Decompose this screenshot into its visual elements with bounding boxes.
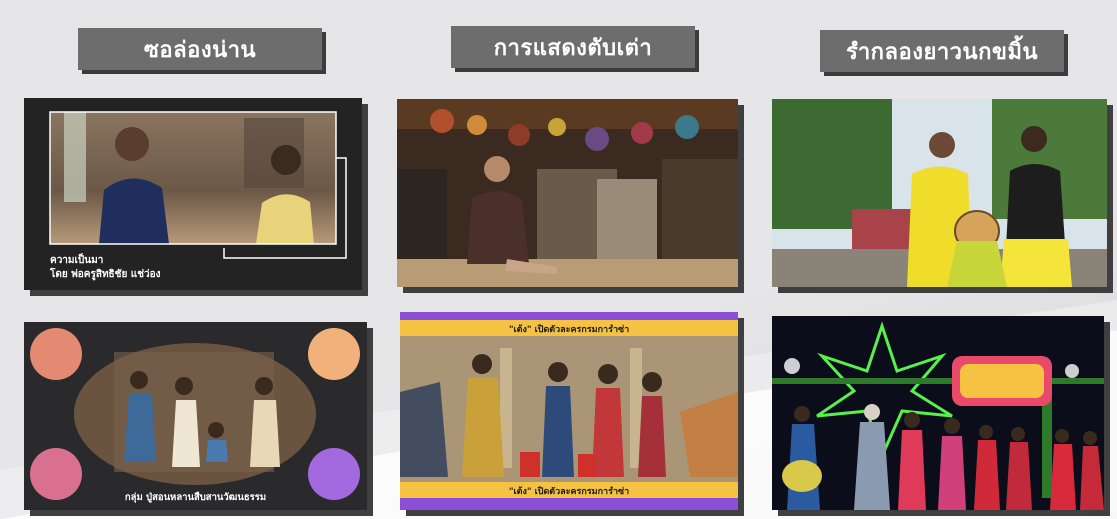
drum-photo	[772, 99, 1107, 287]
header-tab-tao: การแสดงตับเต่า	[451, 26, 695, 68]
group-photo	[24, 322, 367, 510]
header-label: การแสดงตับเต่า	[493, 35, 653, 61]
dance-banner-bottom: "เต้ง" เปิดตัวละครกรมการำซ่า	[508, 487, 630, 497]
card-workshop[interactable]	[397, 99, 738, 287]
interview-caption: ความเป็นมา โดย พ่อครูสิทธิชัย แช่ว่อง	[50, 254, 161, 282]
header-label: ซอล่องน่าน	[143, 37, 256, 63]
header-klong-yao: รำกลองยาวนกขมิ้น	[820, 30, 1064, 72]
header-sor-long-nan: ซอล่องน่าน	[78, 28, 322, 70]
dance-photo	[400, 312, 738, 510]
dance-banner-top: "เต้ง" เปิดตัวละครกรมการำซ่า	[508, 325, 630, 335]
header-label: รำกลองยาวนกขมิ้น	[846, 39, 1038, 65]
card-stage[interactable]	[772, 316, 1104, 510]
card-drum[interactable]	[772, 99, 1107, 287]
card-interview[interactable]: ความเป็นมา โดย พ่อครูสิทธิชัย แช่ว่อง	[24, 98, 362, 290]
group-caption: กลุ่ม ปู่สอนหลานสืบสานวัฒนธรรม	[124, 492, 267, 503]
stage-photo	[772, 316, 1104, 510]
decor-circle-peach	[308, 328, 360, 380]
decor-circle-salmon	[30, 328, 82, 380]
card-dance[interactable]: "เต้ง" เปิดตัวละครกรมการำซ่า "เต้ง" เปิด…	[400, 312, 738, 510]
workshop-photo	[397, 99, 738, 287]
caption-line-2: โดย พ่อครูสิทธิชัย แช่ว่อง	[50, 269, 161, 280]
card-group[interactable]: กลุ่ม ปู่สอนหลานสืบสานวัฒนธรรม	[24, 322, 367, 510]
caption-line-1: ความเป็นมา	[50, 255, 104, 266]
